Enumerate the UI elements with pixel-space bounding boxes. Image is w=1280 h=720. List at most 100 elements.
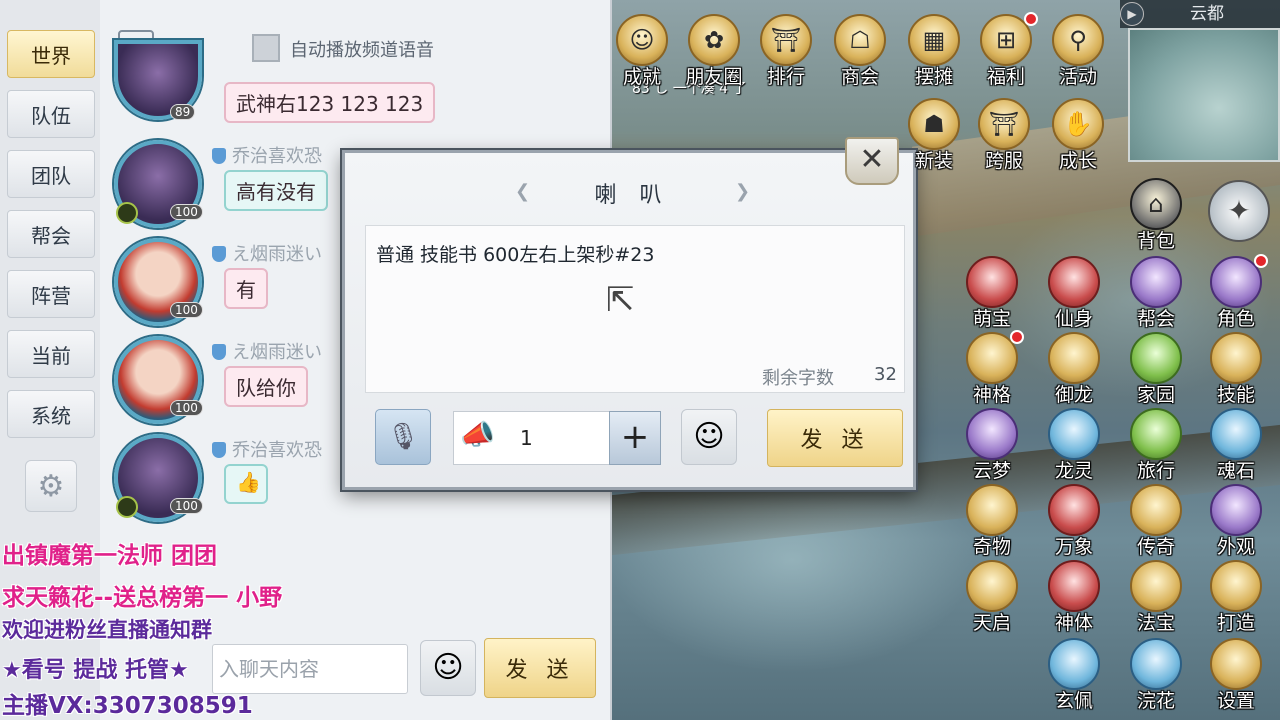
chat-settings-gear-icon[interactable]: ⚙ xyxy=(25,460,77,512)
hud-button-flower[interactable]: 浣花 xyxy=(1120,638,1192,714)
stream-overlay-line: 出镇魔第一法师 团团 xyxy=(2,543,218,569)
skill-icon xyxy=(1210,332,1262,384)
notification-dot-icon xyxy=(1024,12,1038,26)
forge-icon xyxy=(1210,560,1262,612)
hud-button-stall[interactable]: ▦ 摆摊 xyxy=(898,14,970,90)
emoji-message-bubble[interactable]: 👍 xyxy=(224,464,268,504)
hud-button-cloud-dream[interactable]: 云梦 xyxy=(956,408,1028,484)
horn-message-dialog: ❮ 喇 叭 ❯ ✕ 普通 技能书 600左右上架秒#23 ⇱ 剩余字数 32 🎙… xyxy=(342,137,916,490)
hud-button-achievement[interactable]: ☺ 成就 xyxy=(606,14,678,90)
hud-button-divine-body[interactable]: 神体 xyxy=(1038,560,1110,636)
sender-name[interactable]: え烟雨迷い xyxy=(212,240,322,266)
remaining-chars-count: 32 xyxy=(874,364,897,385)
message-bubble[interactable]: 武神右123 123 123 xyxy=(224,82,436,123)
shuriken-icon[interactable]: ✦ xyxy=(1208,180,1270,242)
quantity-plus-button[interactable]: + xyxy=(609,411,661,465)
hud-button-label: 家园 xyxy=(1136,384,1175,406)
soul-stone-icon xyxy=(1210,408,1262,460)
map-play-icon[interactable]: ▶ xyxy=(1120,2,1144,26)
hud-button-appearance[interactable]: 外观 xyxy=(1200,484,1272,560)
hud-button-artifact[interactable]: 奇物 xyxy=(956,484,1028,560)
hud-button-pendant[interactable]: 玄佩 xyxy=(1038,638,1110,714)
sender-name[interactable]: え烟雨迷い xyxy=(212,338,322,364)
horn-quantity-value: 1 xyxy=(520,426,533,450)
hud-button-label: 外观 xyxy=(1216,536,1255,558)
hud-button-soul-stone[interactable]: 魂石 xyxy=(1200,408,1272,484)
hud-button-label: 朋友圈 xyxy=(685,66,743,88)
sender-name[interactable]: 乔治喜欢恐 xyxy=(212,142,322,168)
hud-button-label: 摆摊 xyxy=(914,66,953,88)
achievement-icon: ☺ xyxy=(616,14,668,66)
hud-button-label: 天启 xyxy=(972,612,1011,634)
hud-button-label: 商会 xyxy=(840,66,879,88)
hud-button-new-outfit[interactable]: ☗ 新装 xyxy=(898,98,970,174)
hud-button-cross-server[interactable]: ⛩ 跨服 xyxy=(968,98,1040,174)
hud-button-home[interactable]: 家园 xyxy=(1120,332,1192,408)
hud-button-label: 福利 xyxy=(986,66,1025,88)
bag-icon: ⌂ xyxy=(1130,178,1182,230)
chat-send-button[interactable]: 发 送 xyxy=(484,638,596,698)
message-bubble[interactable]: 高有没有 xyxy=(224,170,328,211)
hud-button-growth[interactable]: ✋ 成长 xyxy=(1042,98,1114,174)
sender-label: え烟雨迷い xyxy=(232,244,322,265)
vip-shield-icon xyxy=(212,344,226,360)
channel-tab-party[interactable]: 队伍 xyxy=(7,90,95,138)
minimap[interactable] xyxy=(1128,28,1280,162)
horn-message-text: 普通 技能书 600左右上架秒#23 xyxy=(376,244,655,266)
channel-tab-guild[interactable]: 帮会 xyxy=(7,210,95,258)
hud-button-revelation[interactable]: 天启 xyxy=(956,560,1028,636)
dialog-emoji-icon[interactable]: ☺ xyxy=(681,409,737,465)
hud-button-divinity[interactable]: 神格 xyxy=(956,330,1028,408)
channel-tab-faction[interactable]: 阵营 xyxy=(7,270,95,318)
sender-name[interactable]: 乔治喜欢恐 xyxy=(212,436,322,462)
hud-button-label: 成就 xyxy=(622,66,661,88)
hud-button-settings[interactable]: 设置 xyxy=(1200,638,1272,714)
hud-button-immortal[interactable]: 仙身 xyxy=(1038,256,1110,332)
hud-button-label: 法宝 xyxy=(1136,612,1175,634)
hud-button-guild[interactable]: 帮会 xyxy=(1120,256,1192,332)
channel-tab-world[interactable]: 世界 xyxy=(7,30,95,78)
cloud-dream-icon xyxy=(966,408,1018,460)
pet-icon xyxy=(966,256,1018,308)
hud-button-legend[interactable]: 传奇 xyxy=(1120,484,1192,560)
rank-badge-icon xyxy=(116,496,138,518)
message-bubble[interactable]: 有 xyxy=(224,268,268,309)
map-name: 云都 xyxy=(1120,0,1280,28)
hud-button-gift[interactable]: ⊞ 福利 xyxy=(970,12,1042,90)
hud-button-bag[interactable]: ⌂ 背包 xyxy=(1120,178,1192,254)
hud-button-friends-circle[interactable]: ✿ 朋友圈 xyxy=(678,14,750,90)
channel-tab-team[interactable]: 团队 xyxy=(7,150,95,198)
hud-button-dragon-spirit[interactable]: 龙灵 xyxy=(1038,408,1110,484)
hud-button-character[interactable]: 角色 xyxy=(1200,254,1272,332)
hud-button-label: 玄佩 xyxy=(1054,690,1093,712)
horn-send-button[interactable]: 发 送 xyxy=(767,409,903,467)
message-bubble[interactable]: 队给你 xyxy=(224,366,308,407)
microphone-icon[interactable]: 🎙 xyxy=(375,409,431,465)
horn-message-textarea[interactable]: 普通 技能书 600左右上架秒#23 ⇱ 剩余字数 32 xyxy=(365,225,905,393)
stream-overlay-line: 欢迎进粉丝直播通知群 xyxy=(2,618,212,642)
vip-shield-icon xyxy=(212,148,226,164)
hud-button-travel[interactable]: 旅行 xyxy=(1120,408,1192,484)
hud-button-pet[interactable]: 萌宝 xyxy=(956,256,1028,332)
cross-server-icon: ⛩ xyxy=(978,98,1030,150)
hud-button-activity[interactable]: ⚲ 活动 xyxy=(1042,14,1114,90)
chat-emoji-icon[interactable]: ☺ xyxy=(420,640,476,696)
hud-button-ranking[interactable]: ⛩ 排行 xyxy=(750,14,822,90)
hud-button-shop[interactable]: ☖ 商会 xyxy=(824,14,896,90)
activity-icon: ⚲ xyxy=(1052,14,1104,66)
notification-dot-icon xyxy=(1010,330,1024,344)
level-badge: 100 xyxy=(170,204,203,220)
hud-button-label: 排行 xyxy=(766,66,805,88)
hud-button-skill[interactable]: 技能 xyxy=(1200,332,1272,408)
hud-button-forge[interactable]: 打造 xyxy=(1200,560,1272,636)
thumbs-up-icon: 👍 xyxy=(236,470,261,494)
hud-button-treasure[interactable]: 法宝 xyxy=(1120,560,1192,636)
channel-tab-system[interactable]: 系统 xyxy=(7,390,95,438)
hud-button-dragon-ride[interactable]: 御龙 xyxy=(1038,332,1110,408)
artifact-icon xyxy=(966,484,1018,536)
channel-tab-current[interactable]: 当前 xyxy=(7,330,95,378)
stream-overlay-line: 主播VX:3307308591 xyxy=(2,693,253,719)
hud-button-panorama[interactable]: 万象 xyxy=(1038,484,1110,560)
close-button[interactable]: ✕ xyxy=(845,137,899,185)
immortal-icon xyxy=(1048,256,1100,308)
